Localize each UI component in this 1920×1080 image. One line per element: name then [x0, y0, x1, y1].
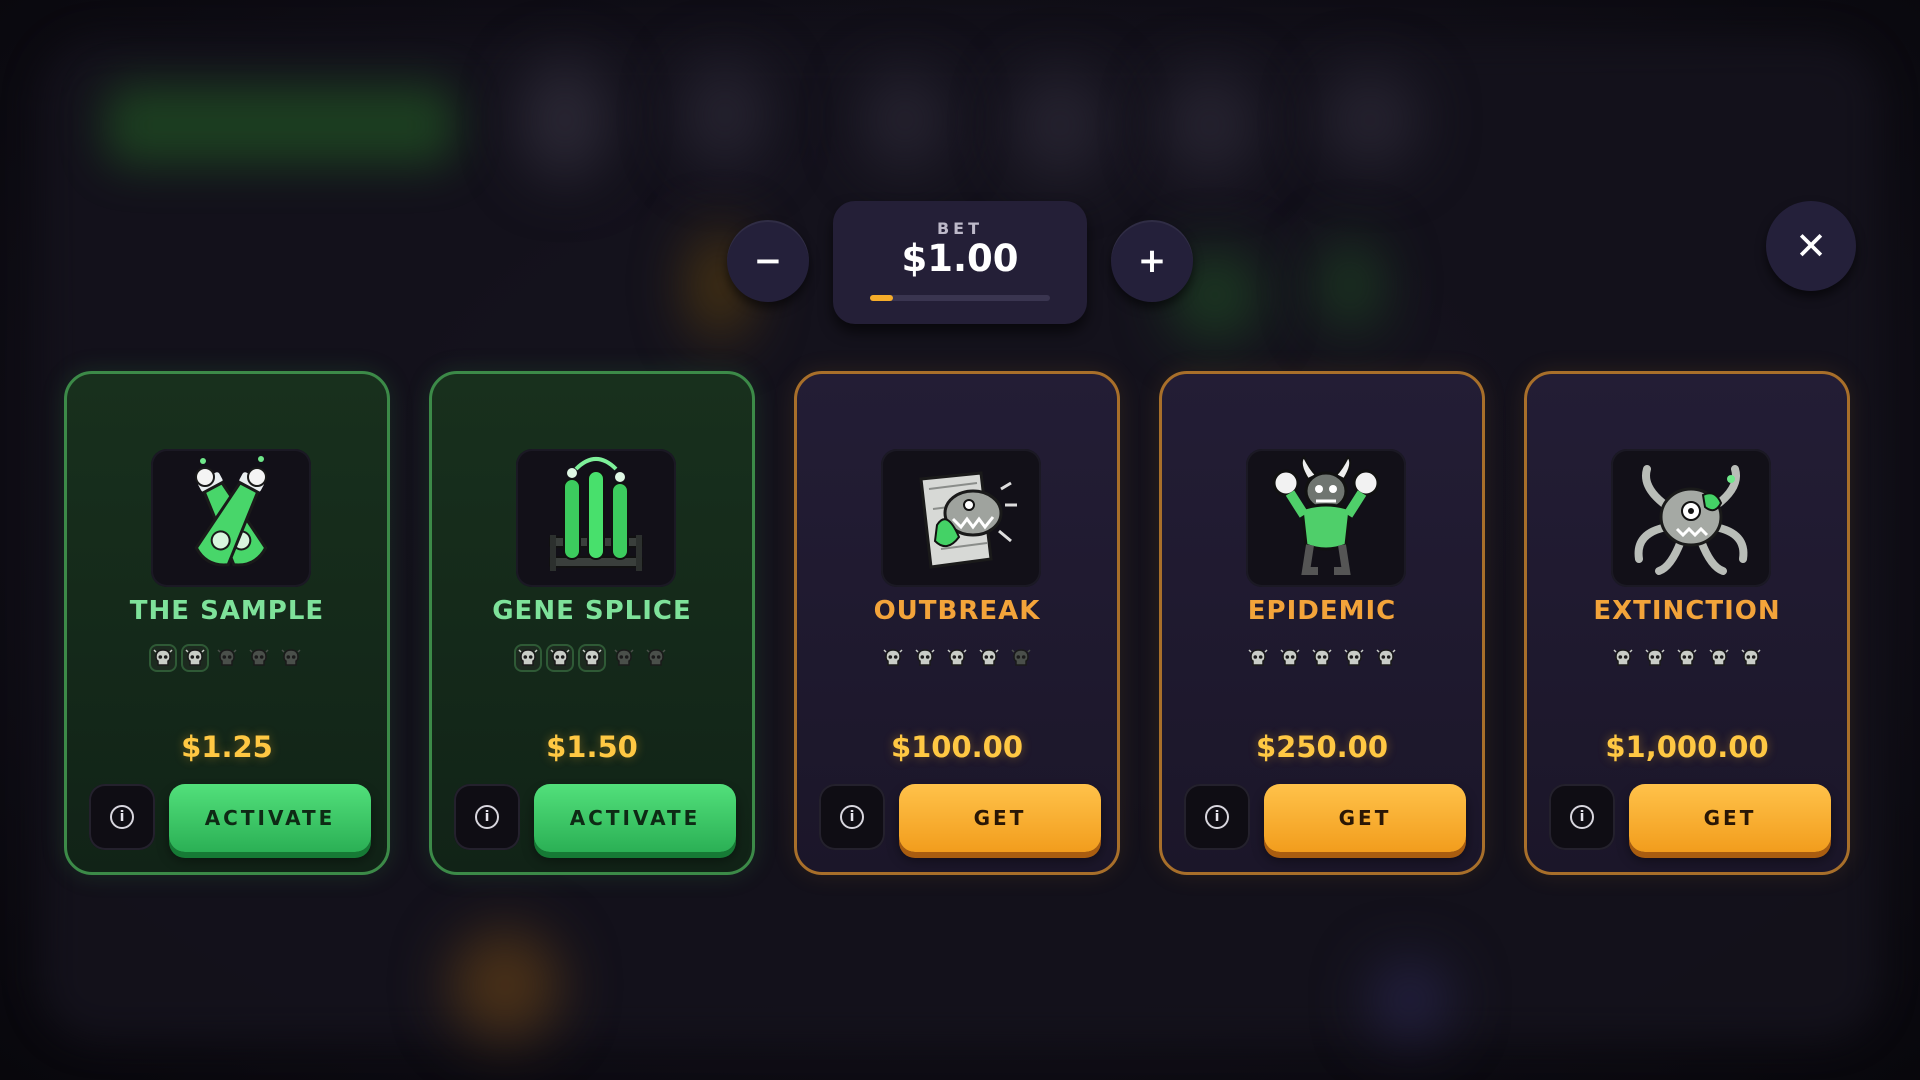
- crossed-test-tubes-icon: [151, 449, 311, 587]
- info-icon: i: [840, 805, 864, 829]
- minus-icon: −: [753, 241, 783, 281]
- skull-icon: [1009, 646, 1033, 670]
- skull-rating: [797, 646, 1117, 670]
- tentacle-monster-icon: [1611, 449, 1771, 587]
- bet-level-fill: [870, 295, 894, 301]
- close-button[interactable]: ✕: [1766, 201, 1856, 291]
- skull-icon: [247, 646, 271, 670]
- skull-icon: [1739, 646, 1763, 670]
- monster-crate-icon: [881, 449, 1041, 587]
- bonus-card-gene-splice: GENE SPLICE $1.50 i ACTIVATE: [429, 371, 755, 875]
- info-button[interactable]: i: [89, 784, 155, 850]
- get-button[interactable]: GET: [1264, 784, 1466, 852]
- skull-icon: [1342, 646, 1366, 670]
- card-price: $1.50: [546, 730, 638, 764]
- card-title: THE SAMPLE: [129, 596, 325, 626]
- activate-button[interactable]: ACTIVATE: [169, 784, 371, 852]
- bet-value: $1.00: [901, 237, 1019, 280]
- info-icon: i: [110, 805, 134, 829]
- skull-icon: [1611, 646, 1635, 670]
- skull-icon: [279, 646, 303, 670]
- skull-icon: [1707, 646, 1731, 670]
- skull-icon: [215, 646, 239, 670]
- skull-rating: [67, 646, 387, 670]
- bonus-card-epidemic: EPIDEMIC $250.00 i GET: [1159, 371, 1485, 875]
- info-button[interactable]: i: [454, 784, 520, 850]
- bet-level-bar: [870, 295, 1050, 301]
- skull-icon: [580, 646, 604, 670]
- card-price: $1.25: [181, 730, 273, 764]
- info-button[interactable]: i: [819, 784, 885, 850]
- skull-icon: [1374, 646, 1398, 670]
- bonus-card-outbreak: OUTBREAK $100.00 i GET: [794, 371, 1120, 875]
- card-price: $250.00: [1255, 730, 1389, 764]
- skull-icon: [516, 646, 540, 670]
- card-price: $100.00: [890, 730, 1024, 764]
- card-title: EXTINCTION: [1593, 596, 1781, 626]
- increase-bet-button[interactable]: +: [1111, 220, 1193, 302]
- skull-icon: [1310, 646, 1334, 670]
- skull-icon: [977, 646, 1001, 670]
- skull-icon: [913, 646, 937, 670]
- skull-icon: [548, 646, 572, 670]
- card-price: $1,000.00: [1605, 730, 1769, 764]
- info-icon: i: [475, 805, 499, 829]
- plus-icon: +: [1137, 241, 1167, 281]
- bonus-card-extinction: EXTINCTION $1,000.00 i GET: [1524, 371, 1850, 875]
- info-icon: i: [1570, 805, 1594, 829]
- close-icon: ✕: [1795, 224, 1827, 268]
- skull-icon: [1246, 646, 1270, 670]
- info-icon: i: [1205, 805, 1229, 829]
- skull-rating: [1527, 646, 1847, 670]
- skull-icon: [612, 646, 636, 670]
- get-button[interactable]: GET: [899, 784, 1101, 852]
- bet-display: BET $1.00: [833, 201, 1087, 324]
- skull-icon: [1675, 646, 1699, 670]
- decrease-bet-button[interactable]: −: [727, 220, 809, 302]
- card-title: EPIDEMIC: [1247, 596, 1397, 626]
- skull-icon: [183, 646, 207, 670]
- skull-icon: [945, 646, 969, 670]
- horned-brute-icon: [1246, 449, 1406, 587]
- bet-label: BET: [936, 219, 984, 238]
- skull-icon: [151, 646, 175, 670]
- skull-rating: [432, 646, 752, 670]
- bonus-card-the-sample: THE SAMPLE $1.25 i ACTIVATE: [64, 371, 390, 875]
- bonus-buy-cards: THE SAMPLE $1.25 i ACTIVATE GENE SPLICE …: [64, 371, 1856, 879]
- test-tube-rack-icon: [516, 449, 676, 587]
- info-button[interactable]: i: [1549, 784, 1615, 850]
- skull-icon: [881, 646, 905, 670]
- card-title: OUTBREAK: [873, 596, 1041, 626]
- card-title: GENE SPLICE: [492, 596, 692, 626]
- skull-icon: [644, 646, 668, 670]
- info-button[interactable]: i: [1184, 784, 1250, 850]
- activate-button[interactable]: ACTIVATE: [534, 784, 736, 852]
- skull-icon: [1278, 646, 1302, 670]
- skull-icon: [1643, 646, 1667, 670]
- skull-rating: [1162, 646, 1482, 670]
- get-button[interactable]: GET: [1629, 784, 1831, 852]
